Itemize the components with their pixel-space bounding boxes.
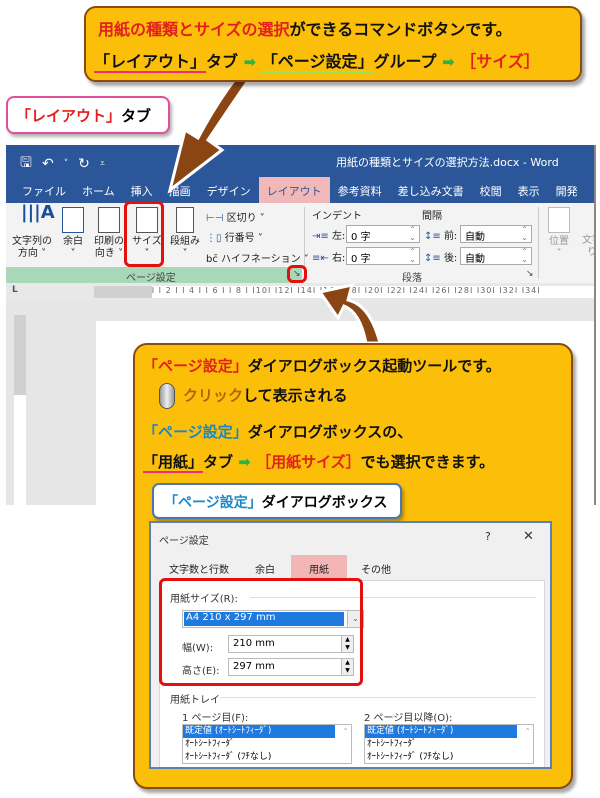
other-pages-label: 2 ページ目以降(O): bbox=[364, 713, 453, 724]
list-item[interactable]: ｵｰﾄｼｰﾄﾌｨｰﾀﾞ (ﾌﾁなし) bbox=[183, 751, 351, 763]
first-page-tray-list[interactable]: 既定値 (ｵｰﾄｼｰﾄﾌｨｰﾀﾞ) ｵｰﾄｼｰﾄﾌｨｰﾀﾞ ｵｰﾄｼｰﾄﾌｨｰﾀ… bbox=[182, 724, 352, 764]
click-text: クリック bbox=[183, 386, 244, 405]
callout-text: ダイアログボックス起動ツールです。 bbox=[247, 357, 501, 375]
dialog-label: 「ページ設定」ダイアログボックス bbox=[152, 483, 402, 519]
callout-text: でも選択できます。 bbox=[360, 453, 495, 471]
scroll-up-icon[interactable]: ⌃ bbox=[342, 727, 349, 736]
label-highlight: 「ページ設定」 bbox=[164, 495, 262, 511]
size-button-callout: 用紙の種類とサイズの選択ができるコマンドボタンです。 「レイアウト」タブ ➡ 「… bbox=[84, 6, 582, 82]
arrow-shape bbox=[317, 283, 382, 345]
list-item[interactable]: ｵｰﾄｼｰﾄﾌｨｰﾀﾞ bbox=[365, 738, 533, 751]
label-highlight: 「レイアウト」 bbox=[16, 107, 122, 125]
page-setup-group-ref: 「ページ設定」 bbox=[261, 52, 374, 73]
mouse-icon bbox=[159, 383, 175, 409]
help-button[interactable]: ? bbox=[485, 530, 491, 543]
callout-highlight: 「ページ設定」 bbox=[143, 423, 248, 441]
layout-tab-ref: 「レイアウト」 bbox=[94, 52, 207, 73]
list-item[interactable]: ｵｰﾄｼｰﾄﾌｨｰﾀﾞ bbox=[183, 738, 351, 751]
callout-text: タブ bbox=[206, 52, 239, 71]
arrow-right-icon: ➡ bbox=[238, 453, 251, 471]
close-button[interactable]: ✕ bbox=[523, 529, 534, 544]
arrow-right-icon: ➡ bbox=[442, 53, 455, 71]
first-page-label: 1 ページ目(F): bbox=[182, 713, 249, 724]
label-text: ダイアログボックス bbox=[261, 495, 388, 511]
paper-tab-ref: 「用紙」 bbox=[143, 453, 204, 473]
divider bbox=[220, 697, 536, 698]
callout-highlight: 用紙の種類とサイズの選択 bbox=[98, 20, 290, 39]
callout-highlight: 「ページ設定」 bbox=[143, 357, 248, 375]
list-item[interactable]: 既定値 (ｵｰﾄｼｰﾄﾌｨｰﾀﾞ) bbox=[365, 725, 517, 738]
layout-tab-label: 「レイアウト」タブ bbox=[6, 96, 170, 134]
callout-text: グループ bbox=[373, 52, 437, 71]
callout-text: タブ bbox=[203, 453, 234, 471]
arrow-right-icon: ➡ bbox=[243, 53, 257, 71]
list-item[interactable]: 既定値 (ｵｰﾄｼｰﾄﾌｨｰﾀﾞ) bbox=[183, 725, 335, 738]
list-item[interactable]: ｵｰﾄｼｰﾄﾌｨｰﾀﾞ (ﾌﾁなし) bbox=[365, 751, 533, 763]
paper-size-highlight bbox=[159, 578, 363, 686]
callout-text: して表示される bbox=[243, 386, 348, 405]
dialog-title: ページ設定 bbox=[159, 536, 209, 547]
paper-size-ref: ［用紙サイズ］ bbox=[256, 453, 361, 471]
scroll-up-icon[interactable]: ⌃ bbox=[524, 727, 531, 736]
other-pages-tray-list[interactable]: 既定値 (ｵｰﾄｼｰﾄﾌｨｰﾀﾞ) ｵｰﾄｼｰﾄﾌｨｰﾀﾞ ｵｰﾄｼｰﾄﾌｨｰﾀ… bbox=[364, 724, 534, 764]
callout-text: ができるコマンドボタンです。 bbox=[289, 20, 512, 39]
callout-text: ダイアログボックスの、 bbox=[247, 423, 413, 441]
paper-tray-label: 用紙トレイ bbox=[170, 695, 220, 706]
label-text: タブ bbox=[121, 107, 152, 125]
size-button-ref: ［サイズ］ bbox=[460, 52, 540, 71]
